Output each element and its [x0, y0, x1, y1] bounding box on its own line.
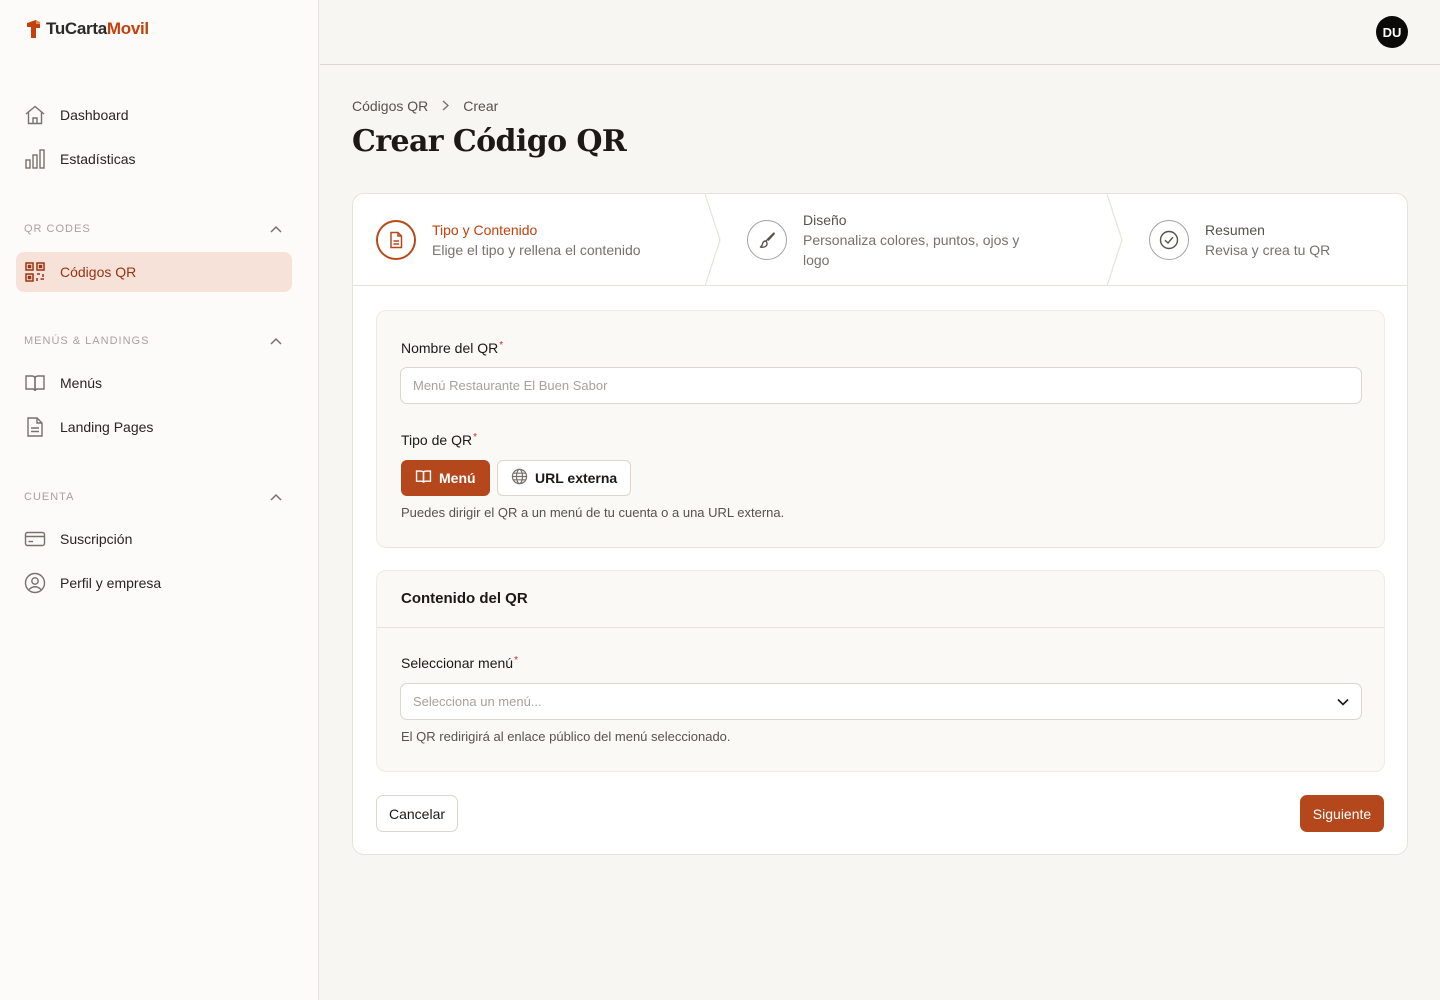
credit-card-icon — [24, 528, 46, 550]
divider — [377, 627, 1384, 628]
sidebar-item-dashboard[interactable]: Dashboard — [16, 95, 292, 135]
sidebar-item-label: Códigos QR — [60, 264, 137, 280]
chevron-up-icon — [270, 488, 282, 506]
menu-select-hint: El QR redirigirá al enlace público del m… — [401, 729, 731, 744]
qr-basic-section: Nombre del QR* Menú Restaurante El Buen … — [376, 310, 1385, 548]
brand-name: TuCartaMovil — [46, 19, 149, 38]
step-desc: Elige el tipo y rellena el contenido — [432, 242, 641, 258]
qr-type-hint: Puedes dirigir el QR a un menú de tu cue… — [401, 505, 785, 520]
section-header-cuenta[interactable]: CUENTA — [24, 488, 282, 506]
cancel-button[interactable]: Cancelar — [376, 795, 458, 832]
divider — [385, 547, 1376, 548]
bar-chart-icon — [24, 148, 46, 170]
step-title: Diseño — [803, 212, 847, 228]
step-title: Tipo y Contenido — [432, 222, 538, 238]
qr-name-input[interactable]: Menú Restaurante El Buen Sabor — [400, 367, 1362, 404]
qr-type-menu-button[interactable]: Menú — [401, 460, 490, 496]
sidebar-item-estadisticas[interactable]: Estadísticas — [16, 139, 292, 179]
sidebar-item-label: Landing Pages — [60, 419, 154, 435]
step-desc: Personaliza colores, puntos, ojos y — [803, 232, 1020, 248]
step-desc: logo — [803, 252, 830, 268]
user-circle-icon — [24, 572, 46, 594]
check-circle-icon — [1149, 220, 1189, 260]
chevron-right-icon — [442, 98, 450, 114]
step-divider — [704, 194, 721, 286]
chevron-up-icon — [270, 332, 282, 350]
book-icon — [24, 372, 46, 394]
create-qr-card: Tipo y Contenido Elige el tipo y rellena… — [352, 193, 1408, 855]
breadcrumb-current: Crear — [463, 98, 499, 114]
sidebar-item-label: Suscripción — [60, 531, 133, 547]
required-mark: * — [514, 655, 518, 666]
required-mark: * — [473, 432, 477, 443]
globe-icon — [511, 468, 528, 488]
home-icon — [24, 104, 46, 126]
avatar[interactable]: DU — [1376, 16, 1408, 48]
chevron-down-icon — [1337, 694, 1349, 709]
qr-content-section: Contenido del QR Seleccionar menú* Selec… — [376, 570, 1385, 772]
sidebar-item-landing-pages[interactable]: Landing Pages — [16, 407, 292, 447]
qr-type-url-button[interactable]: URL externa — [497, 460, 632, 496]
sidebar-item-codigos-qr[interactable]: Códigos QR — [16, 252, 292, 292]
file-icon — [24, 416, 46, 438]
sidebar: TuCartaMovil Dashboard Estadísticas QR C… — [0, 0, 319, 1000]
page-title: Crear Código QR — [352, 124, 627, 159]
chevron-up-icon — [270, 220, 282, 238]
logo-icon — [25, 18, 42, 40]
document-icon — [376, 220, 416, 260]
section-header-menus-landings[interactable]: MENÚS & LANDINGS — [24, 332, 282, 350]
menu-select-label: Seleccionar menú* — [401, 655, 518, 671]
required-mark: * — [499, 340, 504, 351]
step-divider — [1106, 194, 1123, 286]
step-diseno[interactable]: Diseño Personaliza colores, puntos, ojos… — [747, 194, 1019, 286]
step-tipo-contenido[interactable]: Tipo y Contenido Elige el tipo y rellena… — [376, 194, 641, 286]
section-title: Contenido del QR — [401, 590, 528, 607]
next-button[interactable]: Siguiente — [1300, 795, 1384, 832]
qr-code-icon — [24, 261, 46, 283]
menu-select[interactable]: Selecciona un menú... — [400, 683, 1362, 720]
sidebar-item-label: Perfil y empresa — [60, 575, 162, 591]
step-title: Resumen — [1205, 222, 1265, 238]
sidebar-item-label: Dashboard — [60, 107, 129, 123]
sidebar-item-label: Menús — [60, 375, 103, 391]
sidebar-item-perfil[interactable]: Perfil y empresa — [16, 563, 292, 603]
stepper: Tipo y Contenido Elige el tipo y rellena… — [353, 194, 1407, 286]
section-header-qr-codes[interactable]: QR CODES — [24, 220, 282, 238]
breadcrumb-link-codigos-qr[interactable]: Códigos QR — [352, 98, 428, 114]
step-desc: Revisa y crea tu QR — [1205, 242, 1331, 258]
book-icon — [415, 468, 432, 488]
breadcrumb: Códigos QR Crear — [352, 98, 498, 114]
sidebar-item-label: Estadísticas — [60, 151, 136, 167]
sidebar-item-menus[interactable]: Menús — [16, 363, 292, 403]
sidebar-item-suscripcion[interactable]: Suscripción — [16, 519, 292, 559]
qr-name-label: Nombre del QR* — [401, 340, 504, 356]
top-bar: DU — [320, 0, 1440, 65]
step-resumen[interactable]: Resumen Revisa y crea tu QR — [1149, 194, 1330, 286]
brand-logo[interactable]: TuCartaMovil — [25, 18, 149, 40]
brush-icon — [747, 220, 787, 260]
qr-type-label: Tipo de QR* — [401, 432, 477, 448]
